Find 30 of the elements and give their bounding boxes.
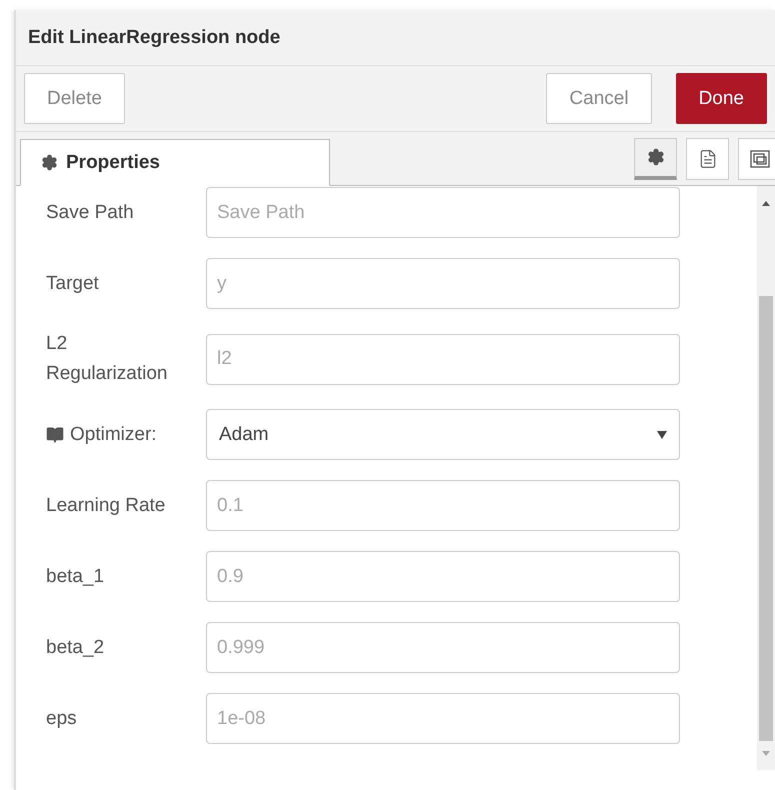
text-field[interactable]: y	[206, 258, 680, 309]
settings-icon	[646, 148, 664, 166]
scrollbar[interactable]	[757, 186, 775, 770]
tool-button[interactable]	[686, 138, 729, 180]
field-label: Optimizer:	[46, 420, 206, 450]
field-label: eps	[46, 706, 78, 730]
field-label: L2 Regularization	[46, 332, 168, 386]
dialog-title: Edit LinearRegression node	[28, 26, 280, 48]
book-icon	[46, 426, 64, 444]
field-label: Learning Rate	[46, 494, 166, 518]
text-field[interactable]: Save Path	[206, 187, 680, 238]
field-label: beta_2	[46, 636, 106, 660]
frame-icon	[748, 148, 770, 168]
settings-icon	[41, 154, 58, 171]
done-button[interactable]: Done	[676, 73, 767, 124]
text-field[interactable]: 1e-08	[206, 693, 680, 744]
tool-button[interactable]	[634, 138, 677, 180]
tool-button[interactable]	[738, 138, 775, 180]
text-field[interactable]: 0.999	[206, 622, 680, 673]
cancel-button[interactable]: Cancel	[546, 73, 652, 124]
text-field[interactable]: l2	[206, 334, 680, 384]
properties-tab[interactable]: Properties	[20, 139, 330, 186]
caret-icon	[657, 430, 667, 438]
field-label: Target	[46, 272, 100, 296]
text-field[interactable]: 0.9	[206, 551, 680, 602]
field-label: beta_1	[46, 564, 106, 588]
optimizer-select[interactable]: Adam	[206, 409, 680, 460]
delete-button[interactable]: Delete	[24, 73, 125, 124]
text-field[interactable]: 0.1	[206, 480, 680, 531]
field-label: Save Path	[46, 200, 135, 224]
